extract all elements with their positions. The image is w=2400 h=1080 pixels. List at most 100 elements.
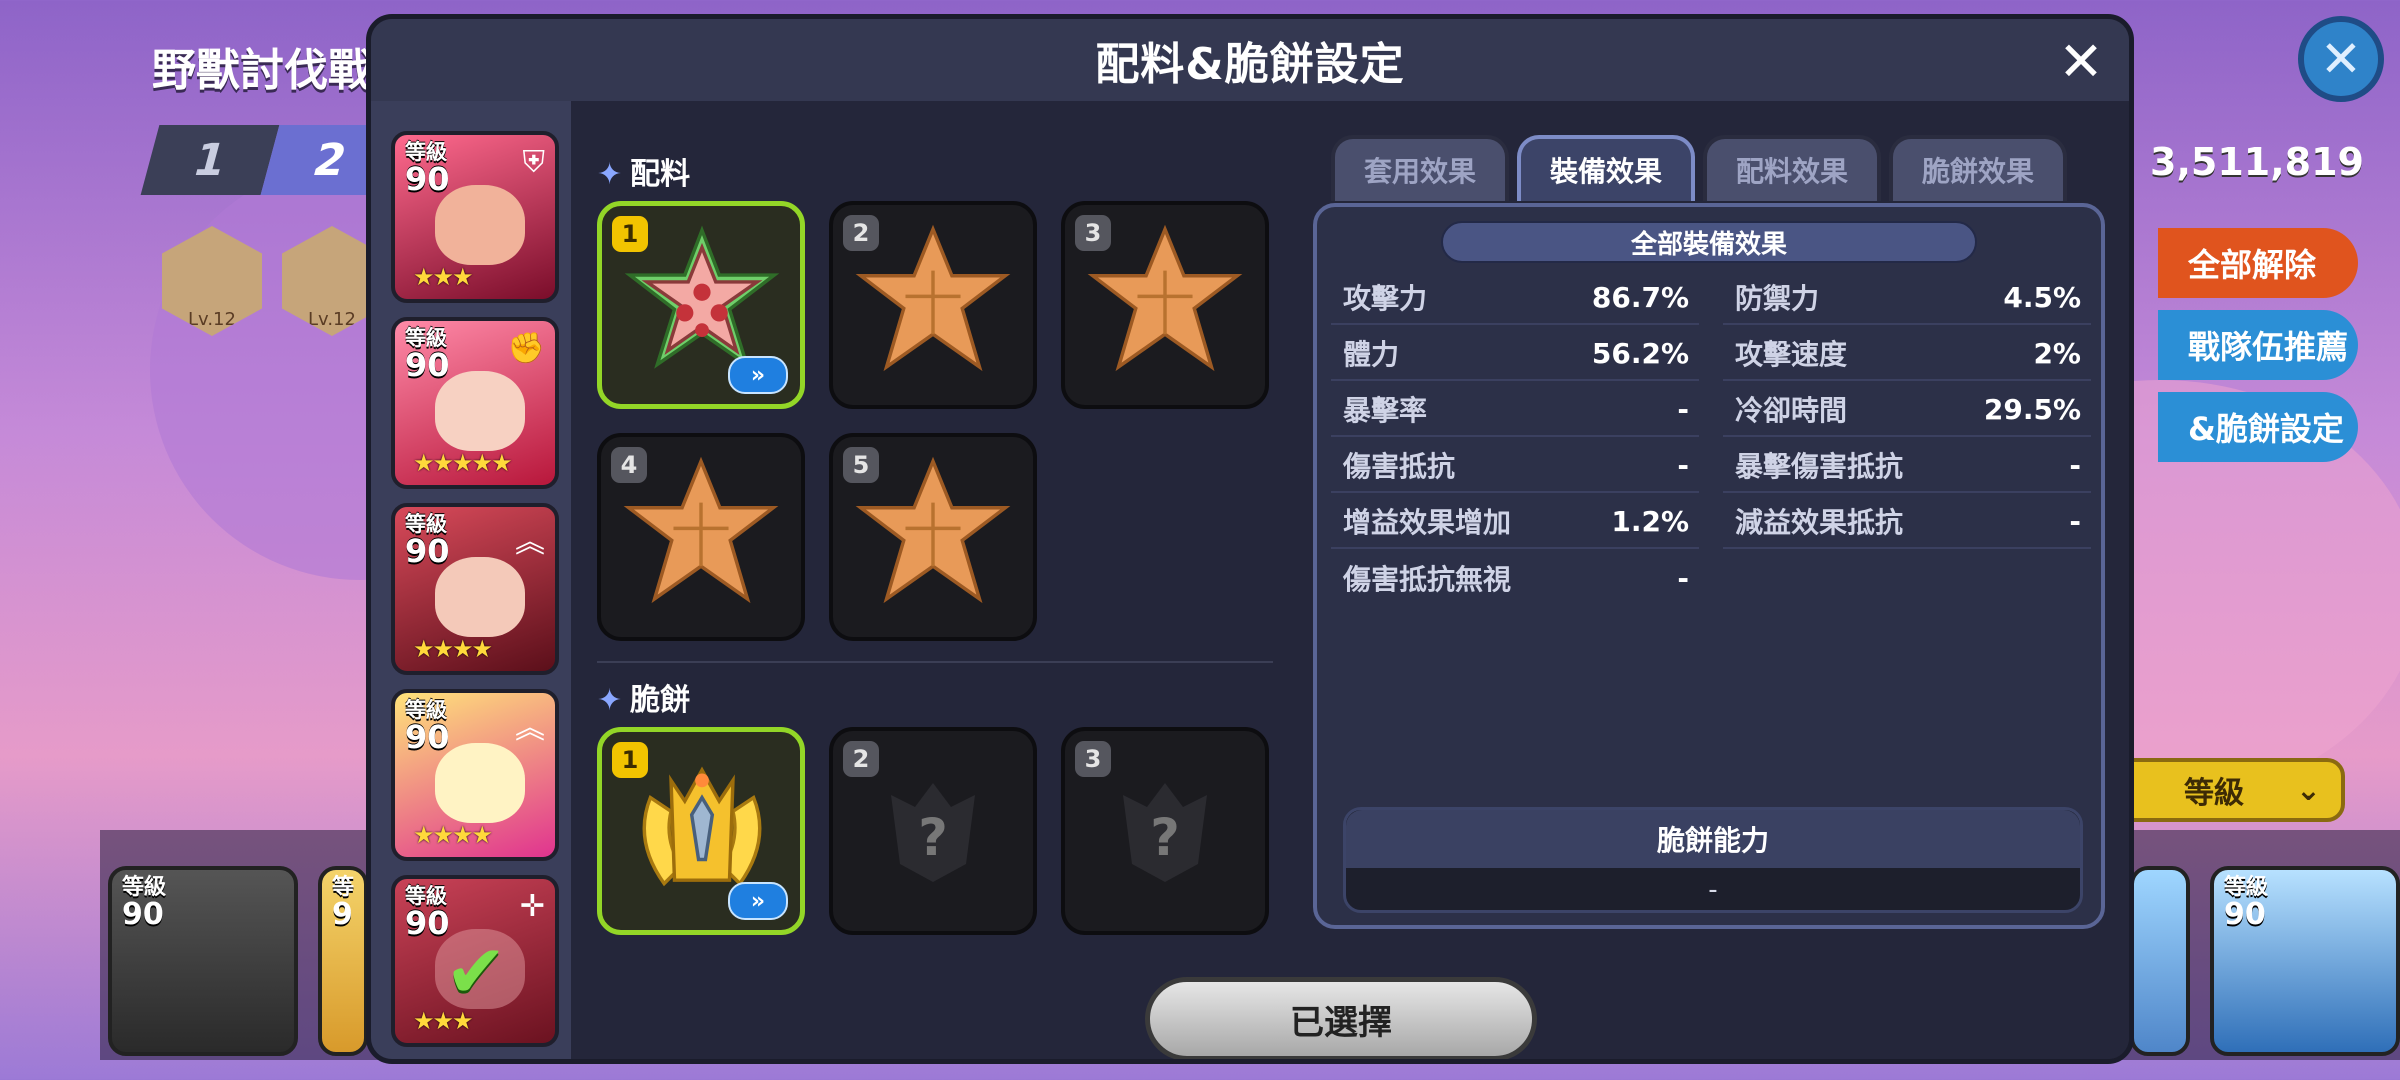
sort-dropdown[interactable]: 等級 ⌄ bbox=[2110, 758, 2345, 822]
slot-number: 1 bbox=[612, 216, 648, 252]
level-value: 90 bbox=[405, 532, 450, 571]
chevron-down-icon: ⌄ bbox=[2295, 772, 2321, 808]
crosshair-icon: ✛ bbox=[519, 889, 545, 924]
stat-value: 56.2% bbox=[1591, 336, 1689, 370]
svg-text:?: ? bbox=[918, 809, 948, 868]
stat-value: - bbox=[1677, 392, 1689, 426]
stat-value: - bbox=[1677, 561, 1689, 595]
roster-cookie-card[interactable]: 等級 90 bbox=[108, 866, 298, 1056]
stat-row: 傷害抵抗無視 - bbox=[1331, 551, 1699, 605]
close-icon[interactable]: ✕ bbox=[2053, 30, 2109, 93]
topping-slot[interactable]: 5 bbox=[829, 433, 1037, 641]
biscuit-section-label: ✦ 脆餅 bbox=[597, 675, 690, 719]
slot-number: 5 bbox=[843, 447, 879, 483]
ability-value: - bbox=[1708, 875, 1718, 905]
stat-row: 體力 56.2% bbox=[1331, 327, 1699, 381]
chevron-up-icon: ︽ bbox=[515, 525, 545, 560]
stat-value: 86.7% bbox=[1591, 280, 1689, 314]
settings-content: ✦ 配料 1 » 2 3 4 5 ✦ 脆餅 1 » ? 2 ? 3 套用效果 裝… bbox=[571, 101, 2129, 1059]
cookie-card[interactable]: 等級 90 ︽ ★★★★ bbox=[391, 503, 559, 675]
stat-value: 1.2% bbox=[1611, 504, 1689, 538]
dialog-header: 配料&脆餅設定 ✕ bbox=[371, 19, 2129, 101]
unequip-all-button[interactable]: 全部解除 bbox=[2158, 228, 2358, 298]
ability-title: 脆餅能力 bbox=[1346, 810, 2080, 868]
close-icon[interactable]: ✕ bbox=[2298, 16, 2384, 102]
stat-row: 暴擊率 - bbox=[1331, 383, 1699, 437]
checkmark-icon: ✔ bbox=[445, 929, 508, 1015]
cookie-list: 等級 90 ⛨ ★★★ 等級 90 ✊ ★★★★★ 等級 90 ︽ ★★★★ 等級 90… bbox=[371, 101, 571, 1059]
toppings-label: 配料 bbox=[630, 157, 691, 192]
level-value: 90 bbox=[2224, 897, 2266, 933]
stat-name: 冷卻時間 bbox=[1735, 394, 1848, 427]
level-value: 90 bbox=[405, 904, 450, 943]
stat-row: 減益效果抵抗 - bbox=[1723, 495, 2091, 549]
cookie-card[interactable]: 等級 90 ⛨ ★★★ bbox=[391, 131, 559, 303]
svg-text:?: ? bbox=[1150, 809, 1180, 868]
stat-row: 增益效果增加 1.2% bbox=[1331, 495, 1699, 549]
topping-slot[interactable]: 2 bbox=[829, 201, 1037, 409]
slot-number: 4 bbox=[611, 447, 647, 483]
topping-slot[interactable]: 4 bbox=[597, 433, 805, 641]
stat-value: 29.5% bbox=[1983, 392, 2081, 426]
stat-name: 減益效果抵抗 bbox=[1735, 506, 1904, 539]
topping-slot[interactable]: 1 » bbox=[597, 201, 805, 409]
biscuit-slot[interactable]: 1 » bbox=[597, 727, 805, 935]
stat-name: 傷害抵抗 bbox=[1343, 450, 1456, 483]
power-score: 3,511,819 bbox=[2150, 140, 2364, 184]
star-rating: ★★★★ bbox=[413, 821, 493, 849]
panel-header: 全部裝備效果 bbox=[1441, 221, 1977, 263]
stat-name: 暴擊傷害抵抗 bbox=[1735, 450, 1904, 483]
stat-value: 2% bbox=[2033, 336, 2081, 370]
dialog-title: 配料&脆餅設定 bbox=[1095, 39, 1405, 90]
star-rating: ★★★★★ bbox=[413, 449, 513, 477]
stat-value: - bbox=[2069, 504, 2081, 538]
tab-equipment-effects[interactable]: 裝備效果 bbox=[1517, 135, 1695, 201]
slot-number: 1 bbox=[612, 742, 648, 778]
biscuit-label: 脆餅 bbox=[630, 683, 691, 718]
shield-icon: ⛨ bbox=[522, 145, 546, 180]
fist-icon: ✊ bbox=[507, 331, 545, 366]
roster-cookie-card[interactable]: 等9 bbox=[318, 866, 368, 1056]
tab-biscuit-effects[interactable]: 脆餅效果 bbox=[1889, 135, 2067, 201]
roster-cookie-card[interactable]: 等級 90 bbox=[2210, 866, 2400, 1056]
stat-row: 防禦力 4.5% bbox=[1723, 271, 2091, 325]
effects-panel: 全部裝備效果 攻擊力 86.7% 體力 56.2% 暴擊率 - 傷害抵抗 - 增益效果增… bbox=[1313, 203, 2105, 929]
selected-button[interactable]: 已選擇 bbox=[1145, 977, 1537, 1059]
cookie-card-selected[interactable]: 等級 90 ✛ ✔ ★★★ bbox=[391, 875, 559, 1047]
level-value: 90 bbox=[405, 346, 450, 385]
tab-applied-effects[interactable]: 套用效果 bbox=[1331, 135, 1509, 201]
biscuit-slot[interactable]: ? 2 bbox=[829, 727, 1037, 935]
stat-row: 傷害抵抗 - bbox=[1331, 439, 1699, 493]
toppings-section-label: ✦ 配料 bbox=[597, 149, 690, 193]
page-title: 野獸討伐戰 bbox=[152, 45, 372, 96]
stat-name: 防禦力 bbox=[1735, 282, 1820, 315]
stat-row: 冷卻時間 29.5% bbox=[1723, 383, 2091, 437]
slot-number: 3 bbox=[1075, 215, 1111, 251]
stat-name: 暴擊率 bbox=[1343, 394, 1428, 427]
topping-biscuit-settings-button[interactable]: &脆餅設定 bbox=[2158, 392, 2358, 462]
stat-value: - bbox=[1677, 448, 1689, 482]
chevron-up-icon: ︽ bbox=[515, 711, 545, 746]
slot-number: 3 bbox=[1075, 741, 1111, 777]
cookie-card[interactable]: 等級 90 ︽ ★★★★ bbox=[391, 689, 559, 861]
tab-topping-effects[interactable]: 配料效果 bbox=[1703, 135, 1881, 201]
biscuit-slot[interactable]: ? 3 bbox=[1061, 727, 1269, 935]
stat-name: 體力 bbox=[1343, 338, 1400, 371]
stat-row: 暴擊傷害抵抗 - bbox=[1723, 439, 2091, 493]
slot-number: 2 bbox=[843, 215, 879, 251]
cookie-card[interactable]: 等級 90 ✊ ★★★★★ bbox=[391, 317, 559, 489]
biscuit-ability-box: 脆餅能力 - bbox=[1343, 807, 2083, 913]
upgrade-arrow-icon[interactable]: » bbox=[728, 356, 788, 394]
stat-name: 攻擊力 bbox=[1343, 282, 1428, 315]
section-divider bbox=[597, 661, 1273, 663]
team-recommend-button[interactable]: 戰隊伍推薦 bbox=[2158, 310, 2358, 380]
level-value: 90 bbox=[122, 897, 164, 933]
star-rating: ★★★★ bbox=[413, 635, 493, 663]
level-value: 90 bbox=[405, 718, 450, 757]
upgrade-arrow-icon[interactable]: » bbox=[728, 882, 788, 920]
team-tabs: 1 2 bbox=[140, 125, 400, 195]
topping-slot[interactable]: 3 bbox=[1061, 201, 1269, 409]
team-tab[interactable]: 1 bbox=[140, 125, 280, 195]
roster-cookie-card[interactable] bbox=[2130, 866, 2190, 1056]
topping-biscuit-settings-dialog: 配料&脆餅設定 ✕ 等級 90 ⛨ ★★★ 等級 90 ✊ ★★★★★ 等級 90 ︽… bbox=[366, 14, 2134, 1064]
